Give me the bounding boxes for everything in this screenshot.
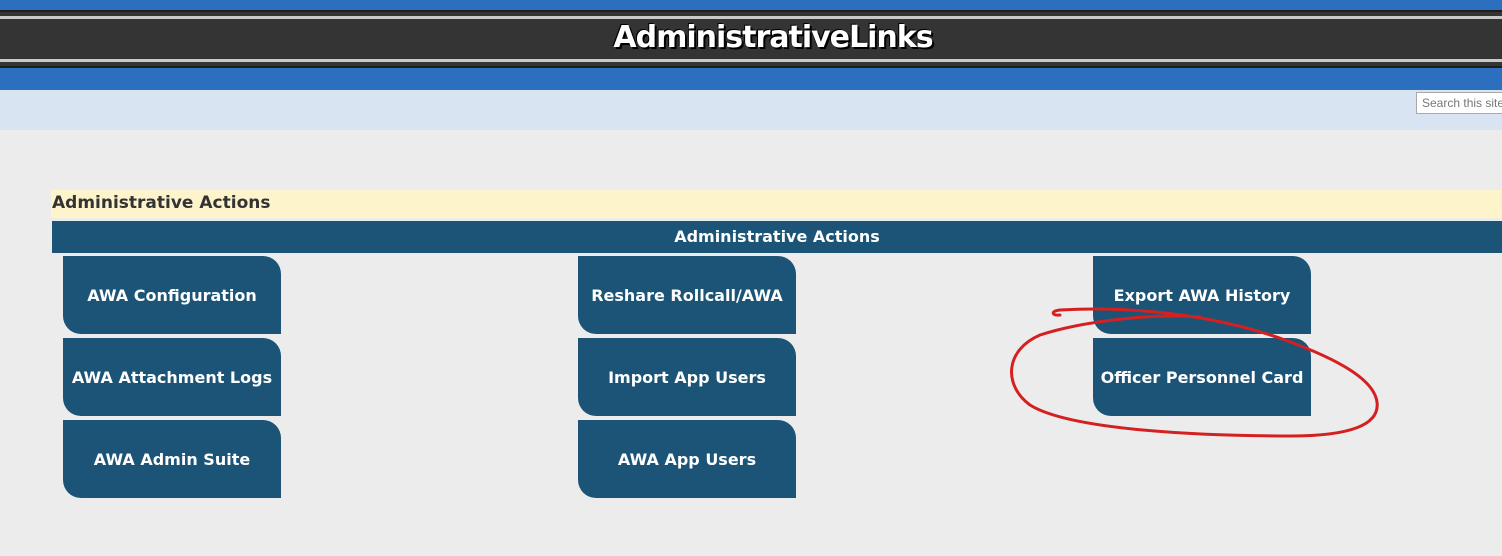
table-header: Administrative Actions <box>52 221 1502 253</box>
officer-personnel-card-button[interactable]: Officer Personnel Card <box>1093 338 1311 416</box>
awa-admin-suite-button[interactable]: AWA Admin Suite <box>63 420 281 498</box>
banner-line-top <box>0 16 1502 19</box>
section-title: Administrative Actions <box>51 190 1502 218</box>
awa-configuration-button[interactable]: AWA Configuration <box>63 256 281 334</box>
import-app-users-button[interactable]: Import App Users <box>578 338 796 416</box>
reshare-rollcall-awa-button[interactable]: Reshare Rollcall/AWA <box>578 256 796 334</box>
nav-band <box>0 68 1502 90</box>
site-banner: AdministrativeLinks <box>0 10 1502 68</box>
site-title[interactable]: AdministrativeLinks <box>0 20 1502 55</box>
top-stripe <box>0 0 1502 10</box>
search-input[interactable] <box>1416 92 1502 114</box>
awa-app-users-button[interactable]: AWA App Users <box>578 420 796 498</box>
export-awa-history-button[interactable]: Export AWA History <box>1093 256 1311 334</box>
awa-attachment-logs-button[interactable]: AWA Attachment Logs <box>63 338 281 416</box>
search-bar <box>0 90 1502 130</box>
banner-line-bottom <box>0 59 1502 62</box>
page: AdministrativeLinks Administrative Actio… <box>0 0 1502 556</box>
